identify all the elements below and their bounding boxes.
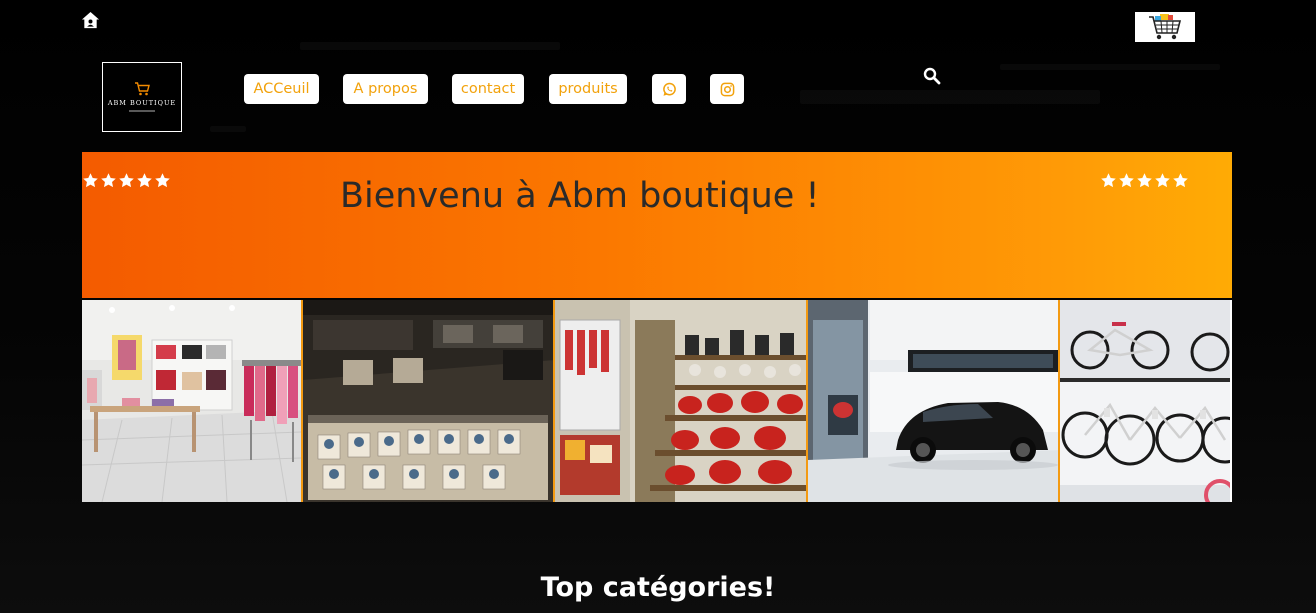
star-icon — [119, 173, 134, 188]
star-icon — [83, 173, 98, 188]
cart-logo-icon — [135, 82, 150, 96]
nav-a-propos-label: A propos — [353, 81, 418, 97]
whatsapp-icon — [662, 82, 676, 96]
watch-store-image — [301, 300, 553, 502]
star-icon — [1137, 173, 1152, 188]
home-icon[interactable] — [81, 11, 100, 30]
clothing-store-image — [82, 300, 301, 502]
nav-accueil-button[interactable]: ACCeuil — [244, 74, 319, 104]
rating-stars-left — [82, 172, 171, 189]
star-icon — [1173, 173, 1188, 188]
star-icon — [1155, 173, 1170, 188]
welcome-banner: Bienvenu à Abm boutique ! — [82, 152, 1232, 298]
nav-accueil-label: ACCeuil — [253, 81, 310, 97]
nav-contact-button[interactable]: contact — [452, 74, 524, 104]
logo-tagline-mark — [129, 110, 155, 112]
kitchenware-store-image — [553, 300, 806, 502]
whatsapp-button[interactable] — [652, 74, 686, 104]
rating-stars-right — [1100, 172, 1189, 189]
shopping-cart-button[interactable] — [1135, 12, 1195, 42]
welcome-title: Bienvenu à Abm boutique ! — [340, 176, 820, 216]
instagram-icon — [720, 82, 734, 96]
logo-text: Abm boutique — [107, 99, 177, 107]
star-icon — [137, 173, 152, 188]
background-decoration — [210, 126, 246, 132]
star-icon — [1119, 173, 1134, 188]
nav-contact-label: contact — [460, 81, 516, 97]
store-gallery — [82, 300, 1232, 502]
nav-a-propos-button[interactable]: A propos — [343, 74, 428, 104]
background-decoration — [1000, 64, 1220, 70]
bicycle-store-image — [1058, 300, 1230, 502]
star-icon — [1101, 173, 1116, 188]
brand-logo[interactable]: Abm boutique — [102, 62, 182, 132]
page: Abm boutique ACCeuil A propos contact pr… — [0, 0, 1316, 613]
shopping-cart-icon — [1149, 14, 1182, 40]
nav-produits-button[interactable]: produits — [549, 74, 627, 104]
top-categories-heading: Top catégories! — [540, 572, 776, 603]
background-decoration — [800, 90, 1100, 104]
instagram-button[interactable] — [710, 74, 744, 104]
car-showroom-image — [806, 300, 1058, 502]
search-icon[interactable] — [923, 67, 941, 85]
nav-produits-label: produits — [558, 81, 618, 97]
star-icon — [155, 173, 170, 188]
background-decoration — [300, 42, 560, 50]
star-icon — [101, 173, 116, 188]
